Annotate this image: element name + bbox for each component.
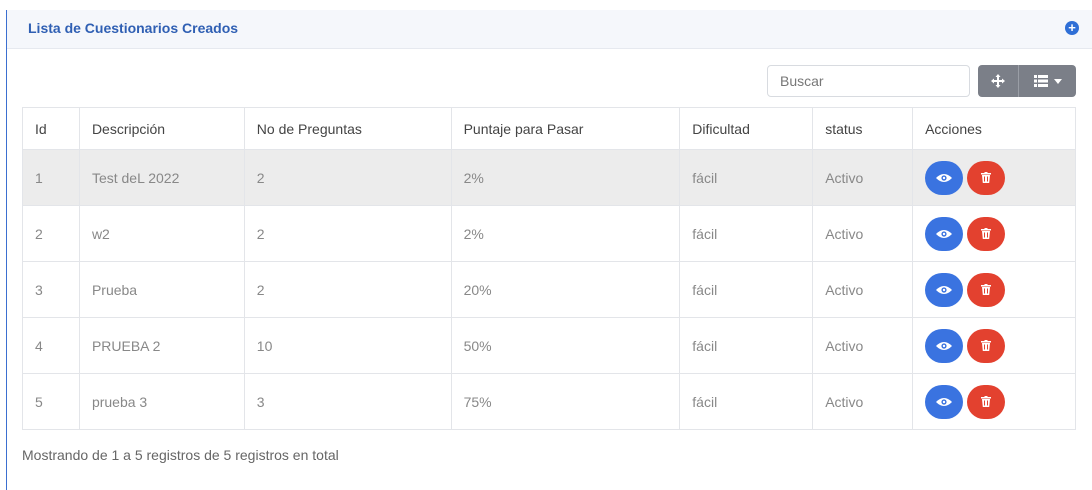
table-row: 2 w2 2 2% fácil Activo — [22, 205, 1076, 262]
cell-dificultad: fácil — [679, 149, 814, 206]
cell-acciones — [912, 317, 1076, 374]
trash-icon — [981, 284, 992, 295]
column-header-acciones: Acciones — [912, 107, 1076, 150]
cell-status: Activo — [812, 317, 914, 374]
cell-acciones — [912, 205, 1076, 262]
cell-puntaje: 2% — [450, 149, 681, 206]
eye-icon — [936, 341, 953, 350]
cell-id: 3 — [22, 261, 80, 318]
list-icon — [1033, 75, 1048, 87]
cell-preguntas: 3 — [243, 373, 452, 430]
cell-preguntas: 2 — [243, 205, 452, 262]
column-header-preguntas[interactable]: No de Preguntas — [243, 107, 452, 150]
cell-preguntas: 2 — [243, 261, 452, 318]
column-header-descripcion[interactable]: Descripción — [78, 107, 245, 150]
cell-puntaje: 50% — [450, 317, 681, 374]
table-row: 5 prueba 3 3 75% fácil Activo — [22, 373, 1076, 430]
table-row: 1 Test deL 2022 2 2% fácil Activo — [22, 149, 1076, 206]
cell-dificultad: fácil — [679, 373, 814, 430]
view-button[interactable] — [925, 160, 964, 195]
cell-descripcion: w2 — [78, 205, 245, 262]
card-header: Lista de Cuestionarios Creados + — [7, 10, 1092, 49]
column-header-status[interactable]: status — [812, 107, 914, 150]
column-header-puntaje[interactable]: Puntaje para Pasar — [450, 107, 681, 150]
view-button[interactable] — [925, 328, 964, 363]
card-title: Lista de Cuestionarios Creados — [28, 20, 239, 36]
trash-icon — [981, 228, 992, 239]
trash-icon — [981, 172, 992, 183]
view-button[interactable] — [925, 272, 964, 307]
cell-id: 5 — [22, 373, 80, 430]
eye-icon — [936, 229, 953, 238]
cell-descripcion: PRUEBA 2 — [78, 317, 245, 374]
cell-descripcion: prueba 3 — [78, 373, 245, 430]
add-questionnaire-icon[interactable]: + — [1065, 21, 1079, 35]
delete-button[interactable] — [967, 160, 1006, 195]
cell-status: Activo — [812, 261, 914, 318]
cell-status: Activo — [812, 373, 914, 430]
delete-button[interactable] — [967, 328, 1006, 363]
table-row: 4 PRUEBA 2 10 50% fácil Activo — [22, 317, 1076, 374]
cell-descripcion: Prueba — [78, 261, 245, 318]
move-icon-button[interactable] — [978, 65, 1019, 97]
cell-id: 2 — [22, 205, 80, 262]
view-button[interactable] — [925, 216, 964, 251]
search-input[interactable] — [767, 65, 970, 97]
cell-acciones — [912, 261, 1076, 318]
eye-icon — [936, 173, 953, 182]
column-header-dificultad[interactable]: Dificultad — [679, 107, 814, 150]
move-icon — [991, 74, 1005, 88]
cell-acciones — [912, 149, 1076, 206]
delete-button[interactable] — [967, 384, 1006, 419]
cell-puntaje: 75% — [450, 373, 681, 430]
cell-id: 1 — [22, 149, 80, 206]
cell-dificultad: fácil — [679, 317, 814, 374]
trash-icon — [981, 340, 992, 351]
caret-down-icon — [1053, 78, 1062, 84]
table-row: 3 Prueba 2 20% fácil Activo — [22, 261, 1076, 318]
column-header-id[interactable]: Id — [22, 107, 80, 150]
cell-dificultad: fácil — [679, 261, 814, 318]
cell-puntaje: 2% — [450, 205, 681, 262]
table-toolbar-buttons — [978, 65, 1076, 97]
cell-status: Activo — [812, 149, 914, 206]
cell-id: 4 — [22, 317, 80, 374]
table-summary: Mostrando de 1 a 5 registros de 5 regist… — [22, 447, 339, 463]
cell-status: Activo — [812, 205, 914, 262]
view-button[interactable] — [925, 384, 964, 419]
trash-icon — [981, 396, 992, 407]
cell-puntaje: 20% — [450, 261, 681, 318]
table-header-row: Id Descripción No de Preguntas Puntaje p… — [22, 107, 1076, 150]
delete-button[interactable] — [967, 272, 1006, 307]
cell-descripcion: Test deL 2022 — [78, 149, 245, 206]
delete-button[interactable] — [967, 216, 1006, 251]
eye-icon — [936, 397, 953, 406]
cell-acciones — [912, 373, 1076, 430]
questionnaire-table: Id Descripción No de Preguntas Puntaje p… — [22, 107, 1076, 430]
eye-icon — [936, 285, 953, 294]
cell-preguntas: 2 — [243, 149, 452, 206]
columns-dropdown-button[interactable] — [1019, 65, 1076, 97]
cell-preguntas: 10 — [243, 317, 452, 374]
cell-dificultad: fácil — [679, 205, 814, 262]
